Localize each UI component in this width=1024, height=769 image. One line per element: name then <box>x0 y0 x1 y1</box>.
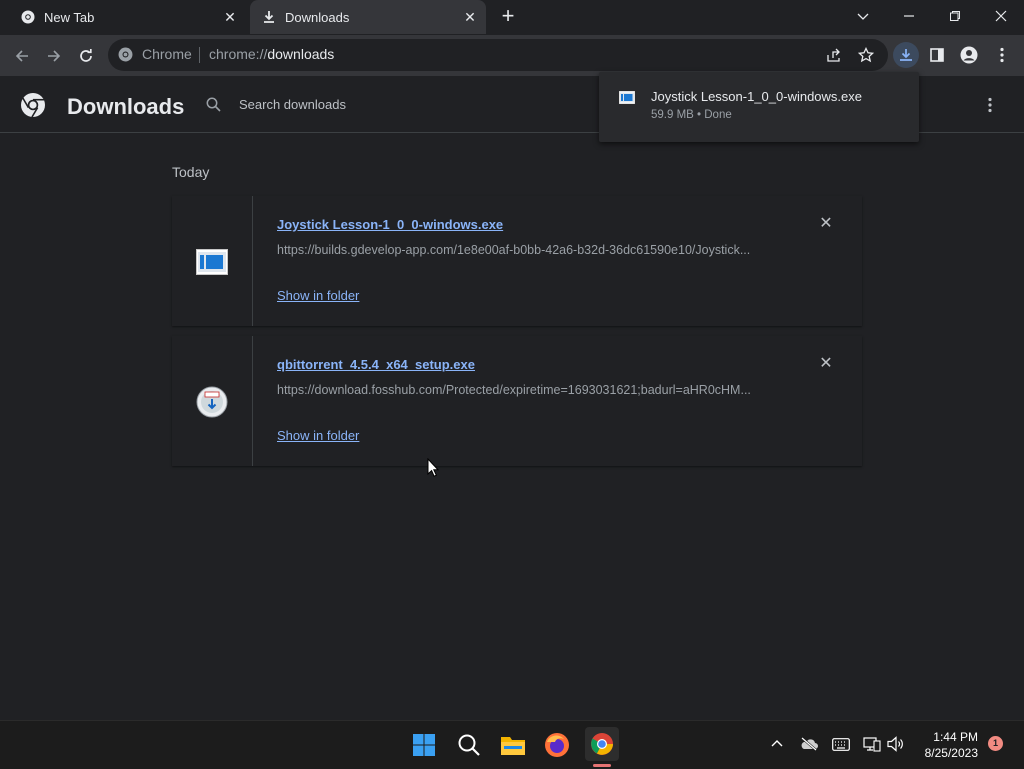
download-file-link[interactable]: qbittorrent_4.5.4_x64_setup.exe <box>277 357 475 372</box>
mouse-cursor-icon <box>427 457 440 482</box>
card-divider <box>252 336 253 466</box>
card-divider <box>252 196 253 326</box>
close-window-button[interactable] <box>978 0 1024 32</box>
more-actions-icon[interactable] <box>979 94 1001 116</box>
keyboard-icon[interactable] <box>832 735 850 753</box>
download-item <box>172 336 862 466</box>
bubble-file-status: 59.9 MB • Done <box>651 109 732 121</box>
bubble-file-name[interactable]: Joystick Lesson-1_0_0-windows.exe <box>651 89 862 104</box>
menu-kebab-icon[interactable] <box>991 44 1013 66</box>
page-title: Downloads <box>67 94 185 119</box>
restore-button[interactable] <box>932 0 978 32</box>
bookmark-star-icon[interactable] <box>855 44 877 66</box>
download-icon <box>261 9 277 25</box>
exe-file-icon <box>196 249 228 280</box>
tab-label: Downloads <box>285 9 350 25</box>
chrome-taskbar-icon[interactable] <box>585 727 619 761</box>
chevron-up-icon[interactable] <box>768 735 786 753</box>
profile-icon[interactable] <box>958 44 980 66</box>
onedrive-offline-icon[interactable] <box>800 735 818 753</box>
clock-time[interactable]: 1:44 PM <box>918 730 978 744</box>
tab-downloads[interactable]: Downloads ✕ <box>250 0 486 34</box>
clock-date[interactable]: 8/25/2023 <box>910 746 978 760</box>
site-label: Chrome <box>142 46 192 62</box>
download-source-url: https://download.fosshub.com/Protected/e… <box>277 383 751 397</box>
tab-label: New Tab <box>44 9 95 25</box>
network-icon[interactable] <box>863 735 881 753</box>
download-item <box>172 196 862 326</box>
search-icon[interactable] <box>454 730 484 760</box>
close-tab-icon[interactable]: ✕ <box>462 9 478 25</box>
close-tab-icon[interactable]: ✕ <box>222 9 238 25</box>
chrome-logo-icon <box>20 92 46 123</box>
omnibox-divider <box>199 47 200 63</box>
chrome-icon <box>118 47 133 67</box>
back-button[interactable] <box>11 45 33 67</box>
tab-new-tab[interactable]: New Tab ✕ <box>8 0 246 34</box>
url-text[interactable]: chrome://downloads <box>209 46 334 62</box>
remove-download-icon[interactable]: ✕ <box>817 215 835 233</box>
exe-file-icon <box>619 91 635 109</box>
qbittorrent-installer-icon <box>196 386 228 423</box>
active-app-indicator <box>593 764 611 767</box>
notification-badge[interactable]: 1 <box>988 736 1003 751</box>
side-panel-icon[interactable] <box>926 44 948 66</box>
date-section-label: Today <box>172 164 210 180</box>
remove-download-icon[interactable]: ✕ <box>817 355 835 373</box>
download-bubble <box>599 72 919 142</box>
firefox-icon[interactable] <box>542 730 572 760</box>
downloads-toolbar-icon[interactable] <box>893 42 919 68</box>
windows-start-icon[interactable] <box>409 730 439 760</box>
share-icon[interactable] <box>823 44 845 66</box>
new-tab-button[interactable]: + <box>497 5 519 28</box>
minimize-button[interactable] <box>886 0 932 32</box>
reload-button[interactable] <box>75 45 97 67</box>
file-explorer-icon[interactable] <box>498 730 528 760</box>
volume-icon[interactable] <box>887 735 905 753</box>
forward-button[interactable] <box>43 45 65 67</box>
tab-search-icon[interactable] <box>840 0 886 32</box>
download-source-url: https://builds.gdevelop-app.com/1e8e00af… <box>277 243 751 257</box>
search-icon <box>206 97 221 117</box>
chrome-icon <box>20 9 36 25</box>
show-in-folder-link[interactable]: Show in folder <box>277 428 359 443</box>
download-file-link[interactable]: Joystick Lesson-1_0_0-windows.exe <box>277 217 503 232</box>
search-input[interactable]: Search downloads <box>239 97 346 112</box>
show-in-folder-link[interactable]: Show in folder <box>277 288 359 303</box>
